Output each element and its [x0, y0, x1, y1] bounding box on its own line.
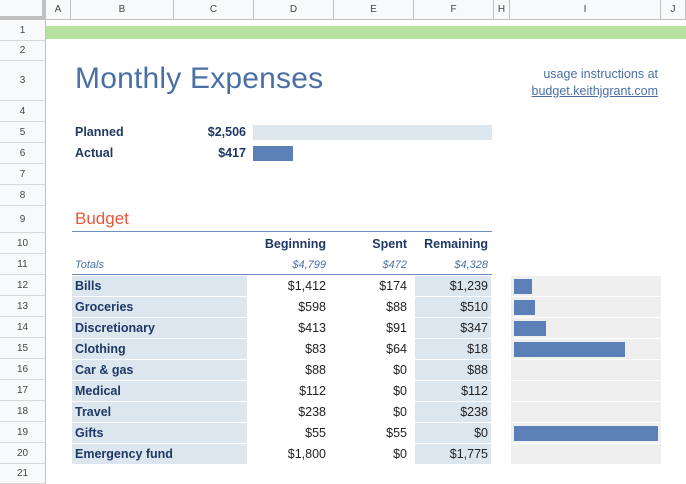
- spent-value: $64: [386, 342, 407, 356]
- row-header-14[interactable]: 14: [0, 317, 46, 338]
- spent-bar: [514, 279, 532, 294]
- row-header-18[interactable]: 18: [0, 401, 46, 422]
- row-header-7[interactable]: 7: [0, 164, 46, 185]
- actual-progress-bar: [253, 146, 293, 161]
- column-header-e[interactable]: E: [334, 0, 414, 20]
- row-header-4[interactable]: 4: [0, 101, 46, 122]
- column-header-f[interactable]: F: [414, 0, 494, 20]
- remaining-value: $347: [460, 321, 488, 335]
- remaining-value: $112: [461, 384, 488, 398]
- remaining-value: $238: [460, 405, 488, 419]
- category-name: Clothing: [75, 342, 126, 356]
- header-beginning: Beginning: [264, 237, 326, 251]
- row-header-3[interactable]: 3: [0, 61, 46, 101]
- category-name: Car & gas: [75, 363, 134, 377]
- header-remaining: Remaining: [424, 237, 488, 251]
- totals-spent: $472: [382, 259, 407, 271]
- row-header-10[interactable]: 10: [0, 233, 46, 254]
- row-header-1[interactable]: 1: [0, 20, 46, 41]
- spent-value: $0: [393, 363, 407, 377]
- instructions-link[interactable]: budget.keithjgrant.com: [532, 84, 658, 98]
- spent-value: $0: [393, 405, 407, 419]
- totals-rule: [72, 274, 492, 275]
- planned-bar-track: [253, 125, 492, 140]
- row-header-16[interactable]: 16: [0, 359, 46, 380]
- row-header-8[interactable]: 8: [0, 185, 46, 206]
- spent-bar: [514, 342, 625, 357]
- category-name: Groceries: [75, 300, 134, 314]
- select-all-corner[interactable]: [0, 0, 46, 20]
- remaining-value: $1,239: [449, 279, 488, 293]
- column-header-i[interactable]: I: [510, 0, 661, 20]
- remaining-value: $18: [467, 342, 488, 356]
- spent-bar-track: [511, 360, 661, 380]
- spent-value: $88: [386, 300, 407, 314]
- spent-value: $0: [393, 384, 407, 398]
- budget-top-rule: [72, 231, 492, 232]
- category-name: Bills: [75, 279, 102, 293]
- header-band: [46, 26, 686, 39]
- remaining-value: $0: [474, 426, 488, 440]
- remaining-value: $1,775: [449, 447, 488, 461]
- actual-label: Actual: [75, 146, 114, 160]
- beginning-value: $112: [299, 384, 326, 398]
- row-header-19[interactable]: 19: [0, 422, 46, 443]
- beginning-value: $83: [305, 342, 326, 356]
- column-header-c[interactable]: C: [174, 0, 254, 20]
- row-header-15[interactable]: 15: [0, 338, 46, 359]
- beginning-value: $1,800: [287, 447, 326, 461]
- spent-value: $55: [386, 426, 407, 440]
- category-name: Gifts: [75, 426, 104, 440]
- remaining-value: $88: [467, 363, 488, 377]
- spent-bar: [514, 300, 535, 315]
- row-header-11[interactable]: 11: [0, 254, 46, 275]
- column-header-a[interactable]: A: [46, 0, 71, 20]
- category-name: Discretionary: [75, 321, 155, 335]
- header-spent: Spent: [372, 237, 407, 251]
- beginning-value: $598: [298, 300, 326, 314]
- beginning-value: $55: [305, 426, 326, 440]
- column-header-h[interactable]: H: [494, 0, 510, 20]
- instructions-text: usage instructions at: [543, 67, 658, 81]
- row-header-13[interactable]: 13: [0, 296, 46, 317]
- row-header-9[interactable]: 9: [0, 206, 46, 233]
- category-name: Emergency fund: [75, 447, 173, 461]
- column-header-d[interactable]: D: [254, 0, 334, 20]
- row-header-20[interactable]: 20: [0, 443, 46, 464]
- beginning-value: $1,412: [287, 279, 326, 293]
- category-name: Medical: [75, 384, 121, 398]
- column-header-b[interactable]: B: [71, 0, 174, 20]
- spent-value: $174: [379, 279, 407, 293]
- spent-bar-track: [511, 276, 661, 296]
- totals-label: Totals: [75, 259, 104, 271]
- row-header-17[interactable]: 17: [0, 380, 46, 401]
- planned-label: Planned: [75, 125, 124, 139]
- totals-beginning: $4,799: [292, 259, 326, 271]
- column-header-j[interactable]: J: [661, 0, 686, 20]
- planned-value: $2,506: [207, 125, 246, 139]
- beginning-value: $413: [298, 321, 326, 335]
- spent-value: $0: [393, 447, 407, 461]
- page-title: Monthly Expenses: [75, 62, 324, 95]
- row-header-6[interactable]: 6: [0, 143, 46, 164]
- totals-remaining: $4,328: [454, 259, 488, 271]
- row-header-5[interactable]: 5: [0, 122, 46, 143]
- remaining-value: $510: [460, 300, 488, 314]
- row-header-21[interactable]: 21: [0, 464, 46, 484]
- spent-value: $91: [386, 321, 407, 335]
- beginning-value: $238: [298, 405, 326, 419]
- spent-bar-track: [511, 444, 661, 464]
- spent-bar-track: [511, 402, 661, 422]
- row-header-12[interactable]: 12: [0, 275, 46, 296]
- actual-value: $417: [218, 146, 246, 160]
- row-header-2[interactable]: 2: [0, 41, 46, 61]
- spent-bar: [514, 426, 658, 441]
- budget-heading: Budget: [75, 209, 129, 228]
- beginning-value: $88: [305, 363, 326, 377]
- spent-bar-track: [511, 381, 661, 401]
- spent-bar: [514, 321, 546, 336]
- category-name: Travel: [75, 405, 112, 419]
